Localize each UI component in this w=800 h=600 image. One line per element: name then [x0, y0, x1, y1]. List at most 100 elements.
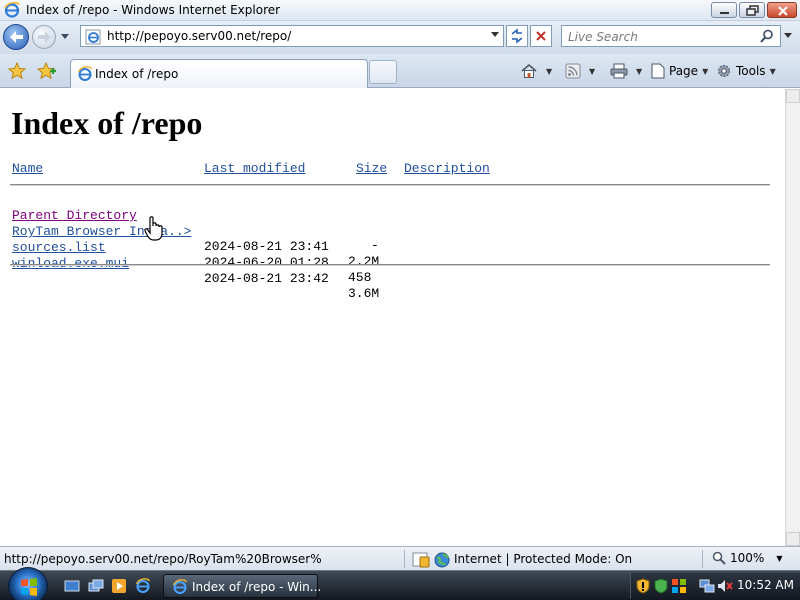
entry-date: 2024-08-21 23:42 — [204, 271, 329, 286]
internet-explorer-quicklaunch-icon[interactable] — [135, 578, 151, 594]
hand-cursor-icon — [144, 216, 163, 241]
print-dropdown-icon[interactable]: ▼ — [636, 67, 642, 76]
security-zone-text[interactable]: Internet | Protected Mode: On — [454, 552, 632, 566]
ie-page-icon — [85, 29, 101, 45]
windows-defender-icon[interactable] — [653, 578, 669, 594]
entry-date: 2024-08-21 23:41 — [204, 239, 329, 254]
home-button[interactable]: ▼ — [520, 62, 552, 80]
search-icon[interactable] — [760, 29, 774, 43]
column-header-last-modified[interactable]: Last modified — [204, 161, 305, 176]
security-shield-icon[interactable] — [635, 578, 651, 594]
status-bar: http://pepoyo.serv00.net/repo/RoyTam%20B… — [0, 546, 800, 570]
switch-windows-icon[interactable] — [88, 578, 104, 594]
address-dropdown-icon[interactable] — [491, 32, 499, 38]
search-options-dropdown-icon[interactable] — [784, 33, 792, 39]
restore-icon — [746, 5, 759, 16]
internet-zone-globe-icon — [434, 552, 450, 568]
new-tab-button[interactable] — [369, 60, 397, 84]
entry-size: 458 — [348, 270, 372, 285]
windows-logo-icon — [21, 578, 37, 596]
security-report-icon[interactable] — [412, 552, 430, 568]
zoom-magnifier-icon — [712, 551, 726, 565]
column-header-name[interactable]: Name — [12, 161, 43, 176]
taskbar: Index of /repo - Win... 10:52 AM — [0, 567, 800, 600]
forward-arrow-icon — [38, 31, 51, 43]
column-header-size[interactable]: Size — [356, 161, 387, 176]
address-bar[interactable]: http://pepoyo.serv00.net/repo/ — [80, 25, 504, 47]
refresh-icon — [511, 28, 523, 44]
entry-date: 2024-06-20 01:28 — [204, 255, 329, 270]
header-divider — [10, 184, 770, 186]
page-menu-button[interactable]: Page ▼ — [651, 62, 708, 80]
volume-muted-icon[interactable] — [717, 578, 733, 594]
entry-size: 3.6M — [348, 286, 380, 301]
close-icon — [778, 6, 788, 16]
tools-menu-label: Tools — [736, 64, 766, 78]
forward-button[interactable] — [32, 25, 56, 49]
feeds-dropdown-icon[interactable]: ▼ — [589, 67, 595, 76]
ie-logo-icon — [4, 2, 20, 18]
list-item: RoyTam Browser Insta..> 2024-08-21 23:41… — [12, 209, 379, 269]
back-arrow-icon — [10, 31, 23, 43]
network-icon[interactable] — [699, 578, 715, 594]
taskbar-window-ie[interactable]: Index of /repo - Win... — [163, 574, 321, 598]
tools-menu-button[interactable]: Tools ▼ — [716, 62, 776, 80]
zoom-dropdown-icon: ▼ — [776, 553, 783, 563]
address-url[interactable]: http://pepoyo.serv00.net/repo/ — [107, 29, 291, 43]
home-icon — [521, 63, 537, 78]
status-url: http://pepoyo.serv00.net/repo/RoyTam%20B… — [4, 552, 322, 566]
page-menu-label: Page — [669, 64, 699, 78]
entry-size: 2.2M — [348, 254, 380, 269]
clock[interactable]: 10:52 AM — [737, 578, 794, 592]
zoom-level-button[interactable]: 100% ▼ — [712, 551, 782, 565]
print-button[interactable]: ▼ — [610, 62, 642, 80]
list-item: winload.exe.mui 2024-08-21 23:42 3.6M — [12, 241, 379, 301]
start-button[interactable] — [8, 567, 48, 600]
page-icon — [651, 63, 665, 79]
printer-icon — [610, 63, 628, 79]
stop-icon — [536, 31, 546, 41]
favorites-center-star-icon[interactable] — [8, 62, 26, 80]
list-item: sources.list 2024-06-20 01:28 458 — [12, 225, 371, 285]
page-dropdown-icon: ▼ — [702, 66, 709, 76]
scroll-up-arrow-icon[interactable] — [786, 89, 800, 103]
list-item-parent-directory: Parent Directory - — [12, 193, 379, 253]
close-button[interactable] — [767, 2, 797, 18]
tab-index-of-repo[interactable]: Index of /repo — [70, 59, 368, 88]
system-tray: 10:52 AM — [630, 573, 800, 599]
maximize-button[interactable] — [739, 2, 765, 18]
search-box[interactable]: Live Search — [561, 25, 781, 47]
feeds-button[interactable]: ▼ — [565, 62, 595, 80]
ie-taskbar-icon — [172, 579, 188, 594]
entry-size: - — [371, 238, 379, 253]
tab-and-command-bar: Index of /repo ▼ ▼ ▼ Page ▼ Tools ▼ — [0, 54, 800, 88]
page-content: Index of /repo Name Last modified Size D… — [0, 89, 785, 546]
window-title: Index of /repo - Windows Internet Explor… — [26, 3, 281, 17]
title-bar[interactable]: Index of /repo - Windows Internet Explor… — [0, 0, 800, 21]
rss-feed-icon — [565, 63, 581, 79]
gear-icon — [718, 65, 730, 77]
show-desktop-icon[interactable] — [64, 578, 80, 594]
zoom-level: 100% — [730, 551, 765, 565]
home-dropdown-icon[interactable]: ▼ — [546, 67, 552, 76]
ie-tab-icon — [77, 66, 93, 81]
status-divider — [404, 550, 405, 568]
stop-button[interactable] — [530, 25, 552, 47]
scroll-down-arrow-icon[interactable] — [786, 532, 800, 546]
navigation-bar: http://pepoyo.serv00.net/repo/ Live Sear… — [0, 21, 800, 54]
vertical-scrollbar[interactable] — [785, 89, 800, 546]
add-to-favorites-icon[interactable] — [37, 62, 57, 80]
minimize-icon — [720, 12, 729, 14]
minimize-button[interactable] — [711, 2, 737, 18]
back-button[interactable] — [3, 24, 29, 50]
tools-dropdown-icon: ▼ — [769, 66, 776, 76]
refresh-button[interactable] — [506, 25, 528, 47]
recent-pages-dropdown-icon[interactable] — [61, 32, 69, 40]
column-header-description[interactable]: Description — [404, 161, 490, 176]
footer-divider — [10, 264, 770, 266]
security-center-icon[interactable] — [671, 578, 687, 594]
status-divider — [702, 550, 703, 568]
search-placeholder[interactable]: Live Search — [568, 30, 638, 44]
page-heading: Index of /repo — [11, 105, 203, 141]
media-player-icon[interactable] — [111, 578, 127, 594]
